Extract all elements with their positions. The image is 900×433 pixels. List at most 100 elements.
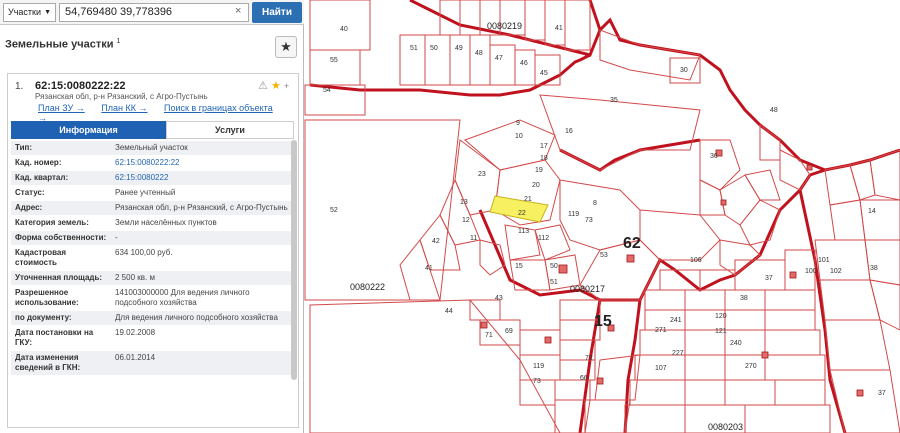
- quarter-label: 0080217: [570, 284, 605, 294]
- parcel-label: 37: [878, 390, 886, 397]
- info-row-land-category: Категория земель: Земли населённых пункто…: [11, 216, 294, 231]
- row-value: Для ведения личного подсобного хозяйства: [115, 313, 278, 322]
- parcel-label: 9: [516, 120, 520, 127]
- row-key: Уточненная площадь:: [15, 273, 103, 282]
- parcel-label: 19: [535, 167, 543, 174]
- parcel-label: 43: [495, 295, 503, 302]
- parcel-label: 72: [585, 355, 593, 362]
- region-label: 62: [623, 235, 641, 252]
- info-row-cad-value: Кадастровая стоимость 634 100,00 руб.: [11, 246, 294, 271]
- parcel-label: 240: [730, 340, 742, 347]
- selected-parcel-label: 22: [518, 210, 526, 217]
- parcel-label: 107: [655, 365, 667, 372]
- parcel-label: 37: [765, 275, 773, 282]
- info-panel: Участки ▼ 54,769480 39,778396 × Найти Зе…: [0, 0, 304, 433]
- section-title: Земельные участки 1: [5, 38, 120, 51]
- card-links: План ЗУ → План КК → Поиск в границах объ…: [38, 103, 298, 123]
- star-icon: ★: [280, 39, 292, 54]
- parcel-label: 42: [432, 238, 440, 245]
- parcel-label: 41: [555, 25, 563, 32]
- clear-icon[interactable]: ×: [235, 5, 241, 17]
- parcel-label: 270: [745, 363, 757, 370]
- parcel-label: 18: [540, 155, 548, 162]
- card-tabs: Информация Услуги: [11, 121, 294, 139]
- favorite-star-icon[interactable]: ★: [271, 80, 281, 92]
- info-row-cad-quarter: Кад. квартал: 62:15:0080222: [11, 171, 294, 186]
- parcel-label: 38: [740, 295, 748, 302]
- card-address: Рязанская обл, р-н Рязанский, с Агро-Пус…: [35, 92, 208, 101]
- parcel-label: 73: [585, 217, 593, 224]
- card-index: 1.: [15, 81, 24, 92]
- parcel-label: 100: [805, 268, 817, 275]
- parcel-label: 49: [455, 45, 463, 52]
- parcel-label: 51: [410, 45, 418, 52]
- parcel-label: 20: [532, 182, 540, 189]
- quarter-boundary: [638, 168, 826, 301]
- card-cad-number[interactable]: 62:15:0080222:22: [35, 80, 126, 92]
- row-value: Ранее учтенный: [115, 188, 176, 197]
- expand-icon[interactable]: +: [284, 81, 289, 91]
- parcel-label: 102: [830, 268, 842, 275]
- parcel-lines: [304, 0, 900, 433]
- parcel-label: 241: [670, 317, 682, 324]
- row-value-link[interactable]: 62:15:0080222: [111, 171, 294, 185]
- parcel-label: 46: [520, 60, 528, 67]
- row-key: Форма собственности:: [15, 233, 107, 242]
- parcel-label: 45: [540, 70, 548, 77]
- selected-parcel[interactable]: [489, 195, 549, 223]
- find-button[interactable]: Найти: [252, 2, 302, 23]
- row-key: Кадастровая стоимость: [15, 248, 67, 267]
- row-value: Земли населённых пунктов: [115, 218, 217, 227]
- plan-zu-link[interactable]: План ЗУ →: [38, 103, 85, 113]
- info-row-registration-date: Дата постановки на ГКУ: 19.02.2008: [11, 326, 294, 351]
- parcel-label: 50: [430, 45, 438, 52]
- favorites-button[interactable]: ★: [275, 36, 297, 58]
- info-row-change-date: Дата изменения сведений в ГКН: 06.01.2014: [11, 351, 294, 376]
- plan-kk-link[interactable]: План КК →: [101, 103, 147, 113]
- tab-info[interactable]: Информация: [11, 121, 166, 139]
- row-key: Статус:: [15, 188, 45, 197]
- parcel-label: 106: [690, 257, 702, 264]
- row-value: -: [115, 233, 118, 242]
- map-labels: 40 55 54 52 51 50 49 48 47 46 45 35 30 2…: [323, 21, 886, 432]
- parcel-card: 1. 62:15:0080222:22 ⚠ ★ + Рязанская обл,…: [7, 73, 299, 428]
- parcel-label: 55: [330, 57, 338, 64]
- panel-scrollbar[interactable]: [291, 140, 297, 380]
- row-key: Кад. номер:: [15, 158, 62, 167]
- info-row-permitted-use: Разрешенное использование: 141003000000 Д…: [11, 286, 294, 311]
- parcel-label: 41: [425, 265, 433, 272]
- search-input[interactable]: 54,769480 39,778396: [59, 3, 249, 22]
- info-row-ownership: Форма собственности: -: [11, 231, 294, 246]
- parcel-label: 71: [485, 332, 493, 339]
- section-title-text: Земельные участки: [5, 38, 114, 51]
- parcel-label: 10: [515, 133, 523, 140]
- parcel-label: 51: [550, 279, 558, 286]
- parcel-label: 30: [680, 67, 688, 74]
- row-value: Земельный участок: [115, 143, 188, 152]
- parcel-label: 119: [568, 211, 579, 218]
- row-key: Категория земель:: [15, 218, 89, 227]
- parcel-label: 23: [478, 171, 486, 178]
- parcel-label: 69: [505, 328, 513, 335]
- parcel-label: 14: [868, 208, 876, 215]
- quarter-boundary: [798, 189, 847, 433]
- parcel-label: 35: [610, 97, 618, 104]
- parcel-label: 227: [672, 350, 684, 357]
- row-value-link[interactable]: 62:15:0080222:22: [111, 156, 294, 170]
- info-table: Тип: Земельный участок Кад. номер: 62:15:0…: [11, 141, 294, 376]
- parcel-label: 48: [475, 50, 483, 57]
- parcel-label: 8: [593, 200, 597, 207]
- parcel-label: 38: [870, 265, 878, 272]
- search-type-select[interactable]: Участки ▼: [3, 3, 56, 22]
- row-value: 2 500 кв. м: [115, 273, 155, 282]
- parcel-label: 120: [715, 313, 727, 320]
- parcel-label: 112: [538, 235, 549, 242]
- info-row-area: Уточненная площадь: 2 500 кв. м: [11, 271, 294, 286]
- parcel-label: 17: [540, 143, 548, 150]
- info-row-address: Адрес: Рязанская обл, р-н Рязанский, с Аг…: [11, 201, 294, 216]
- info-row-cad-number: Кад. номер: 62:15:0080222:22: [11, 156, 294, 171]
- info-row-by-document: по документу: Для ведения личного подсобн…: [11, 311, 294, 326]
- tab-services[interactable]: Услуги: [166, 121, 294, 139]
- card-actions: ⚠ ★ +: [258, 79, 289, 92]
- warning-icon[interactable]: ⚠: [258, 80, 268, 92]
